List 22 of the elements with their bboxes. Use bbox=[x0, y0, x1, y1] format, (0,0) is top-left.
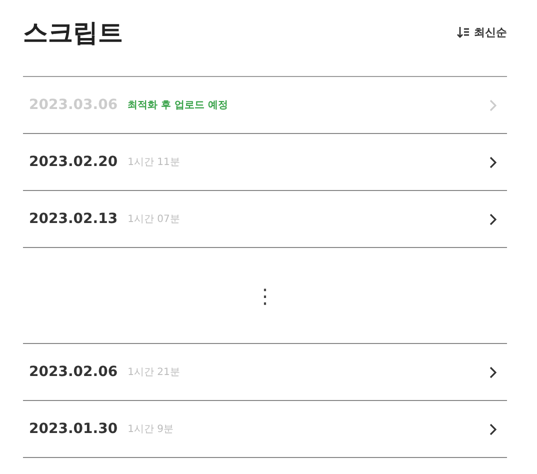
script-row[interactable]: 2023.01.30 1시간 9분 bbox=[23, 401, 507, 458]
script-date: 2023.02.13 bbox=[29, 211, 118, 227]
script-row[interactable]: 2023.02.13 1시간 07분 bbox=[23, 191, 507, 248]
script-date: 2023.02.20 bbox=[29, 154, 118, 170]
sort-button[interactable]: 최신순 bbox=[457, 24, 507, 40]
script-row[interactable]: 2023.02.06 1시간 21분 bbox=[23, 344, 507, 401]
script-duration: 1시간 11분 bbox=[128, 156, 180, 169]
script-date: 2023.01.30 bbox=[29, 421, 118, 437]
script-row[interactable]: 2023.02.20 1시간 11분 bbox=[23, 134, 507, 191]
script-duration: 1시간 07분 bbox=[128, 213, 180, 226]
chevron-right-icon bbox=[489, 156, 497, 168]
script-duration: 1시간 21분 bbox=[128, 366, 180, 379]
chevron-right-icon bbox=[489, 98, 497, 112]
more-ellipsis: ⋮ bbox=[255, 284, 275, 308]
script-date: 2023.02.06 bbox=[29, 364, 118, 380]
upload-status: 최적화 후 업로드 예정 bbox=[128, 99, 228, 112]
chevron-right-icon bbox=[489, 212, 497, 226]
chevron-right-icon bbox=[489, 422, 497, 436]
chevron-right-icon bbox=[489, 366, 497, 378]
page-title: 스크립트 bbox=[23, 16, 123, 48]
script-duration: 1시간 9분 bbox=[128, 423, 174, 436]
sort-icon bbox=[457, 26, 470, 38]
